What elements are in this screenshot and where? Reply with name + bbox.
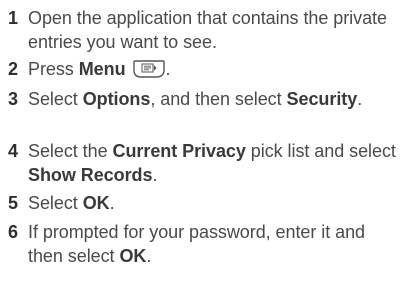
instruction-steps: 1 Open the application that contains the… (0, 0, 410, 298)
menu-key-icon (132, 59, 166, 85)
step-text-part: . (165, 59, 171, 79)
step-text-part: Select (28, 89, 83, 109)
step-text: Select OK. (28, 191, 403, 215)
step-number: 1 (8, 8, 19, 28)
step-text-part: . (109, 193, 115, 213)
step-text-part: , and then select (150, 89, 287, 109)
step-text-part: If prompted for your password, enter it … (28, 222, 366, 266)
step-text: Select Options, and then select Security… (28, 87, 403, 111)
step-text: Select the Current Privacy pick list and… (28, 139, 403, 187)
step-text-part: . (357, 89, 363, 109)
step-text-part: . (152, 165, 158, 185)
ok-keyword: OK (82, 193, 110, 213)
step-text: Open the application that contains the p… (28, 6, 403, 54)
step-text-part: Select the (28, 141, 113, 161)
security-keyword: Security (286, 89, 358, 109)
step-text-part: Select (28, 193, 83, 213)
show-records-keyword: Show Records (28, 165, 153, 185)
step-number: 4 (8, 141, 19, 161)
step-number: 2 (8, 59, 19, 79)
step-text: Press Menu . (28, 57, 403, 85)
menu-keyword: Menu (78, 59, 126, 79)
step-text-part: Open the application that contains the p… (28, 8, 387, 52)
step-number: 6 (8, 222, 19, 242)
step-text: If prompted for your password, enter it … (28, 220, 403, 268)
ok-keyword: OK (119, 246, 147, 266)
options-keyword: Options (82, 89, 151, 109)
step-text-part: pick list and select (245, 141, 396, 161)
step-text-part: Press (28, 59, 79, 79)
step-text-part: . (146, 246, 152, 266)
step-number: 5 (8, 193, 19, 213)
current-privacy-keyword: Current Privacy (112, 141, 246, 161)
step-number: 3 (8, 89, 19, 109)
